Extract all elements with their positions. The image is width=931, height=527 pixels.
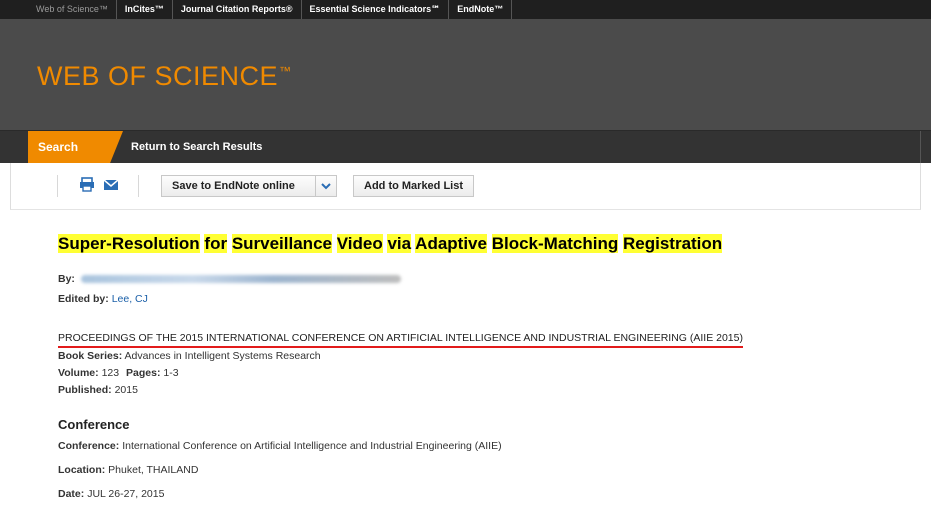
conference-row: Conference: International Conference on … (58, 439, 918, 453)
product-link-journal-citation-reports[interactable]: Journal Citation Reports® (173, 0, 302, 19)
tab-bar-divider (920, 131, 921, 164)
title-space (487, 234, 492, 253)
location-label: Location: (58, 464, 106, 476)
record-toolbar: Save to EndNote online Add to Marked Lis… (10, 163, 921, 210)
print-icon[interactable] (79, 177, 95, 192)
date-label: Date: (58, 488, 85, 500)
redacted-authors (80, 275, 401, 284)
by-label: By: (58, 273, 75, 285)
title-highlighted-term: Surveillance (231, 234, 332, 253)
conference-value: International Conference on Artificial I… (122, 440, 502, 452)
title-highlighted-term: Registration (623, 234, 723, 253)
logo[interactable]: WEB OF SCIENCE™ (37, 61, 292, 92)
published-row: Published: 2015 (58, 383, 918, 397)
toolbar-divider (57, 175, 58, 197)
title-highlighted-term: for (204, 234, 228, 253)
email-icon[interactable] (103, 177, 119, 192)
title-space (332, 234, 337, 253)
tab-bar: Search Return to Search Results (0, 130, 931, 164)
logo-trademark: ™ (279, 64, 292, 78)
record-details: Super-Resolution for Surveillance Video … (58, 233, 918, 501)
logo-text: WEB OF SCIENCE (37, 61, 279, 91)
title-highlighted-term: Super-Resolution (58, 234, 200, 253)
edited-by-label: Edited by: (58, 293, 109, 305)
location-value: Phuket, THAILAND (108, 464, 199, 476)
date-value: JUL 26-27, 2015 (87, 488, 165, 500)
conference-label: Conference: (58, 440, 120, 452)
save-options-dropdown[interactable] (315, 175, 337, 197)
return-to-search-results-link[interactable]: Return to Search Results (131, 131, 262, 164)
record-title: Super-Resolution for Surveillance Video … (58, 233, 918, 255)
pages-value: 1-3 (163, 367, 179, 379)
product-link-essential-science-indicators[interactable]: Essential Science Indicators℠ (302, 0, 450, 19)
product-bar: Web of Science™ InCites™ Journal Citatio… (0, 0, 931, 19)
conference-heading: Conference (58, 417, 130, 432)
title-highlighted-term: Adaptive (415, 234, 487, 253)
editor-link[interactable]: Lee, CJ (112, 293, 148, 305)
location-row: Location: Phuket, THAILAND (58, 463, 918, 477)
tab-search[interactable]: Search (28, 131, 123, 164)
product-link-endnote[interactable]: EndNote™ (449, 0, 513, 19)
save-to-endnote-button[interactable]: Save to EndNote online (161, 175, 316, 197)
source-title: PROCEEDINGS OF THE 2015 INTERNATIONAL CO… (58, 332, 743, 348)
title-highlighted-term: Video (336, 234, 383, 253)
title-highlighted-term: via (387, 234, 412, 253)
volume-value: 123 (101, 367, 120, 379)
editors-row: Edited by: Lee, CJ (58, 292, 918, 306)
title-highlighted-term: Block-Matching (491, 234, 619, 253)
book-series-row: Book Series: Advances in Intelligent Sys… (58, 349, 918, 363)
add-to-marked-list-button[interactable]: Add to Marked List (353, 175, 475, 197)
volume-pages-row: Volume: 123 Pages: 1-3 (58, 366, 918, 380)
chevron-down-icon (321, 183, 331, 190)
published-label: Published: (58, 384, 112, 396)
site-header: WEB OF SCIENCE™ (0, 19, 931, 130)
date-row: Date: JUL 26-27, 2015 (58, 487, 918, 501)
volume-label: Volume: (58, 367, 99, 379)
product-link-web-of-science[interactable]: Web of Science™ (28, 0, 117, 19)
book-series-value: Advances in Intelligent Systems Research (124, 350, 321, 362)
toolbar-divider (138, 175, 139, 197)
book-series-label: Book Series: (58, 350, 123, 362)
product-link-incites[interactable]: InCites™ (117, 0, 173, 19)
pages-label: Pages: (126, 367, 161, 379)
authors-row: By: (58, 272, 918, 286)
published-value: 2015 (114, 384, 138, 396)
